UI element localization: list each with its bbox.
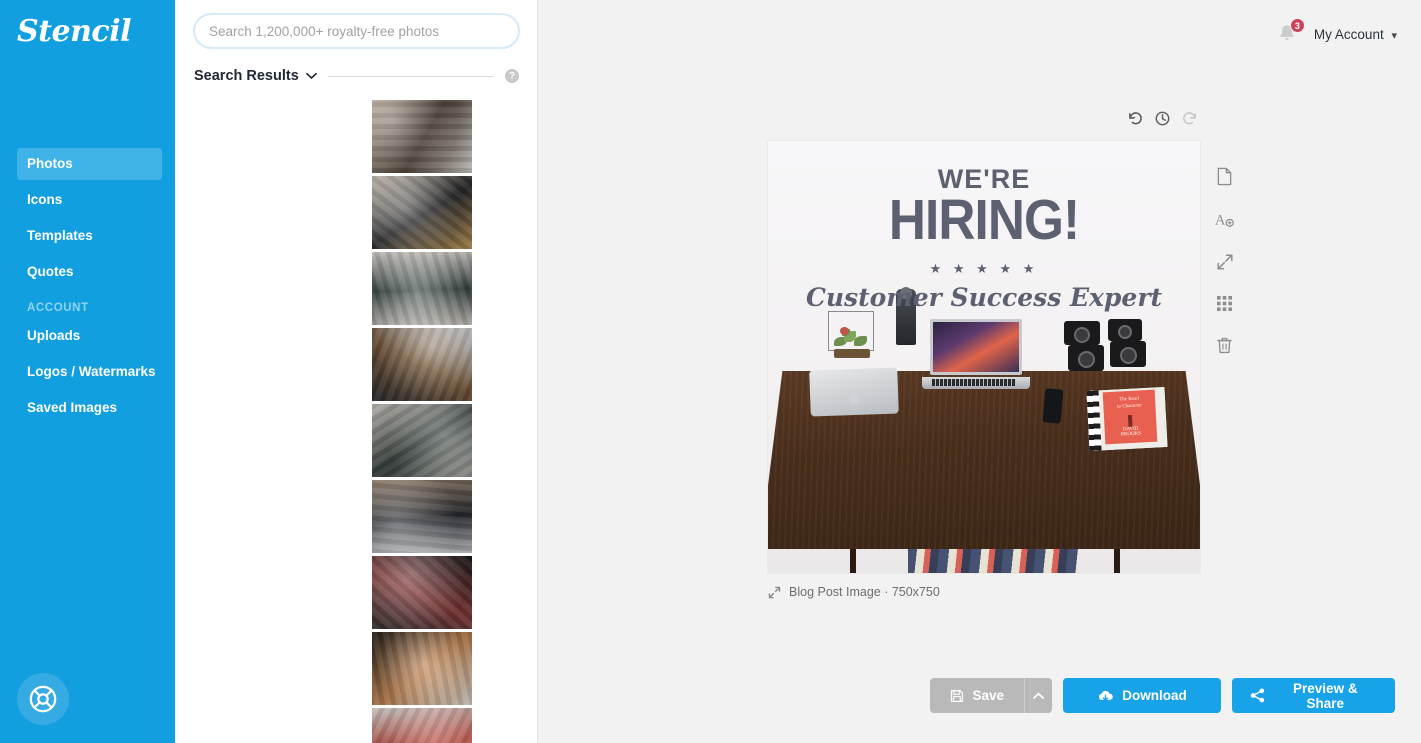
thumbnail-overlay [372,632,472,705]
sidebar-item-label: Icons [27,192,63,207]
redo-icon[interactable] [1181,110,1198,132]
camera-lens [1120,347,1137,364]
photo-thumbnail[interactable] [372,632,472,705]
thumbnail-overlay [372,404,472,477]
canvas-size-caption[interactable]: Blog Post Image · 750x750 [768,585,1200,599]
photo-thumbnail[interactable] [372,480,472,553]
preview-share-button[interactable]: Preview & Share [1232,678,1395,713]
account-area: 3 My Account ▾ [1276,18,1397,46]
thumbnail-overlay [372,480,472,553]
grid-icon[interactable] [1216,295,1233,312]
photo-thumbnail[interactable] [372,328,472,401]
photo-thumbnail[interactable] [372,100,472,173]
help-circle-icon[interactable]: ? [505,69,519,83]
app-logo[interactable]: Stencil [17,14,131,49]
sidebar-item-label: Photos [27,156,73,171]
save-options-button[interactable] [1024,678,1052,713]
photo-thumbnail[interactable] [372,252,472,325]
design-text-layers: WE'RE HIRING! ★ ★ ★ ★ ★ Customer Success… [768,165,1200,313]
stencil-app: Stencil Photos Icons Templates Quotes AC… [0,0,1421,743]
undo-icon[interactable] [1127,110,1144,132]
sidebar-item-label: Saved Images [27,400,118,415]
action-buttons: Save Download Preview & Share [930,678,1395,713]
life-ring-icon [29,685,57,713]
canvas-container: The Road to Character DAVID BROOKS WE'RE H… [768,110,1200,599]
download-button[interactable]: Download [1063,678,1221,713]
topbar: 3 My Account ▾ [538,0,1421,68]
trash-icon[interactable] [1216,336,1233,354]
photo-grid [175,100,485,743]
resize-icon[interactable] [1216,253,1234,271]
subtitle-text[interactable]: Customer Success Expert [768,283,1200,312]
camera-lens [1078,351,1095,368]
photo-thumbnail[interactable] [372,176,472,249]
sidebar-item-quotes[interactable]: Quotes [17,256,162,288]
thumbnail-overlay [372,100,472,173]
download-button-label: Download [1122,688,1187,703]
sidebar-item-uploads[interactable]: Uploads [17,320,162,352]
history-toolbar [768,110,1200,132]
sidebar-item-label: Uploads [27,328,81,343]
share-icon [1250,688,1265,703]
account-menu-button[interactable]: My Account ▾ [1314,27,1397,42]
save-button-label: Save [972,688,1004,703]
sidebar: Stencil Photos Icons Templates Quotes AC… [0,0,175,743]
notification-badge: 3 [1289,18,1305,33]
floppy-save-icon [951,689,964,702]
open-laptop [922,319,1030,389]
save-button-group: Save [930,678,1052,713]
chevron-down-icon: ▾ [1391,29,1397,42]
canvas-size-label: Blog Post Image · 750x750 [789,585,940,599]
photo-thumbnail[interactable] [372,556,472,629]
search-container [193,13,520,49]
camera-lens [1074,327,1090,343]
resize-arrows-icon [768,586,781,598]
sidebar-item-templates[interactable]: Templates [17,220,162,252]
preview-share-button-label: Preview & Share [1293,680,1358,711]
closed-laptop [809,367,899,417]
design-canvas[interactable]: The Road to Character DAVID BROOKS WE'RE H… [768,141,1200,573]
chevron-down-icon[interactable] [305,72,317,80]
search-input[interactable] [193,13,520,49]
sidebar-section-account: ACCOUNT [27,302,89,314]
search-results-header: Search Results ? [194,68,519,84]
photo-library-panel: Search Results ? [175,0,694,743]
photo-thumbnail[interactable] [372,708,472,743]
sidebar-item-saved-images[interactable]: Saved Images [17,392,162,424]
photo-thumbnail[interactable] [372,404,472,477]
sidebar-item-label: Quotes [27,264,74,279]
search-results-title[interactable]: Search Results [194,68,299,84]
sidebar-item-icons[interactable]: Icons [17,184,162,216]
history-clock-icon[interactable] [1154,110,1171,132]
sidebar-item-logos-watermarks[interactable]: Logos / Watermarks [17,356,162,388]
support-button[interactable] [17,673,69,725]
book: The Road to Character DAVID BROOKS [1102,389,1158,445]
sidebar-item-label: Templates [27,228,93,243]
divider [327,75,494,77]
star-rating[interactable]: ★ ★ ★ ★ ★ [768,261,1200,277]
sidebar-item-label: Logos / Watermarks [27,364,156,379]
thumbnail-overlay [372,708,472,743]
camera-lens [1118,325,1132,339]
thumbnail-overlay [372,176,472,249]
smartphone [1042,388,1064,424]
notifications-button[interactable]: 3 [1276,18,1305,46]
account-menu-label: My Account [1313,26,1384,42]
thumbnail-overlay [372,556,472,629]
page-icon[interactable] [1216,167,1233,186]
cloud-download-icon [1099,690,1113,701]
text-add-icon[interactable]: A [1215,210,1234,229]
thumbnail-overlay [372,328,472,401]
main-area: 3 My Account ▾ The Road to Character DAV… [538,0,1421,743]
svg-text:A: A [1215,212,1226,228]
headline-large[interactable]: HIRING! [790,192,1179,249]
save-button[interactable]: Save [930,678,1024,713]
caret-up-icon [1033,692,1044,699]
editor-toolbar: A [1215,167,1234,354]
sidebar-item-photos[interactable]: Photos [17,148,162,180]
sidebar-nav: Photos Icons Templates Quotes ACCOUNT Up… [0,148,175,428]
thumbnail-overlay [372,252,472,325]
plant-pot [834,349,870,358]
